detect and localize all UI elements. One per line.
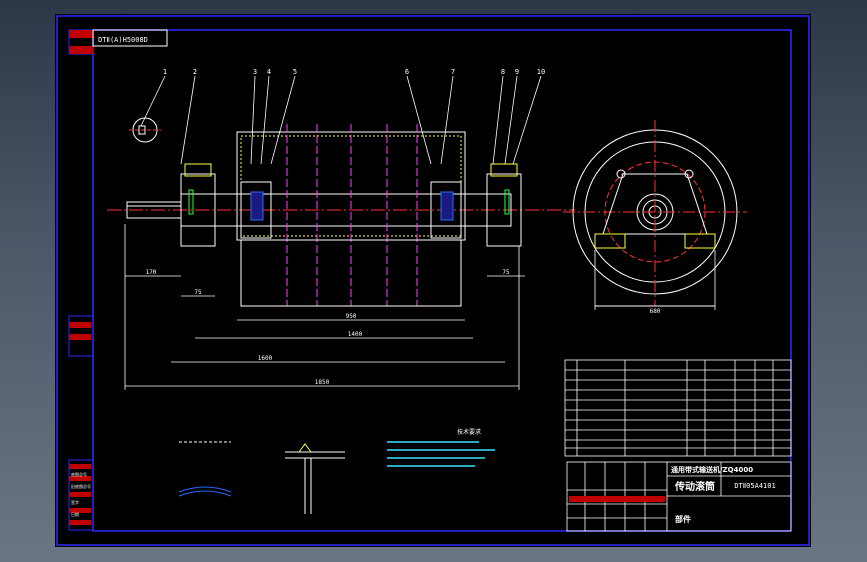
code-box-text: DTⅡ(A)H5008D [98, 36, 148, 44]
dim-total-length: 1850 [315, 379, 330, 386]
weld-details [178, 441, 345, 514]
balloon-4: 4 [267, 68, 271, 76]
balloon-9: 9 [515, 68, 519, 76]
dim-flange-dia: 680 [650, 308, 661, 315]
drawing-sheet: DTⅡ(A)H5008D 1850 1600 1400 950 170 75 7… [55, 14, 811, 547]
dimension-lines [124, 224, 525, 390]
cad-drawing: DTⅡ(A)H5008D 1850 1600 1400 950 170 75 7… [56, 15, 810, 546]
balloon-labels: 1 2 3 4 5 6 7 8 9 10 [163, 68, 545, 76]
dim-shaft-ext: 170 [146, 269, 157, 276]
margin-label-3: 签字 [71, 499, 79, 505]
tech-requirements-title: 技术要求 [457, 428, 481, 436]
drawing-number: DTⅡ05A4101 [734, 482, 775, 490]
title-name: 传动滚筒 [674, 480, 715, 493]
dim-mid-length: 1600 [258, 355, 273, 362]
parts-list [564, 359, 792, 457]
balloon-10: 10 [537, 68, 545, 76]
balloon-leaders [140, 75, 542, 165]
balloon-6: 6 [405, 68, 409, 76]
side-view [563, 120, 747, 310]
dim-right-offset: 75 [502, 269, 510, 276]
tech-notes [387, 441, 495, 467]
title-series: 通用带式输送机/ZQ4000 [671, 465, 753, 474]
title-type: 部件 [675, 514, 691, 524]
balloon-1: 1 [163, 68, 167, 76]
balloon-5: 5 [293, 68, 297, 76]
margin-label-1: 底图总号 [71, 471, 87, 477]
balloon-7: 7 [451, 68, 455, 76]
dim-left-offset: 75 [194, 289, 202, 296]
dim-face-width: 950 [346, 313, 357, 320]
margin-label-2: 旧底图总号 [71, 483, 91, 489]
balloon-3: 3 [253, 68, 257, 76]
front-view [107, 124, 575, 307]
cad-viewport[interactable]: DTⅡ(A)H5008D 1850 1600 1400 950 170 75 7… [0, 0, 867, 562]
balloon-2: 2 [193, 68, 197, 76]
dimension-texts: 1850 1600 1400 950 170 75 75 [146, 269, 510, 386]
balloon-8: 8 [501, 68, 505, 76]
margin-label-4: 日期 [71, 511, 79, 517]
left-margin-strip [68, 29, 94, 531]
dim-span: 1400 [348, 331, 363, 338]
